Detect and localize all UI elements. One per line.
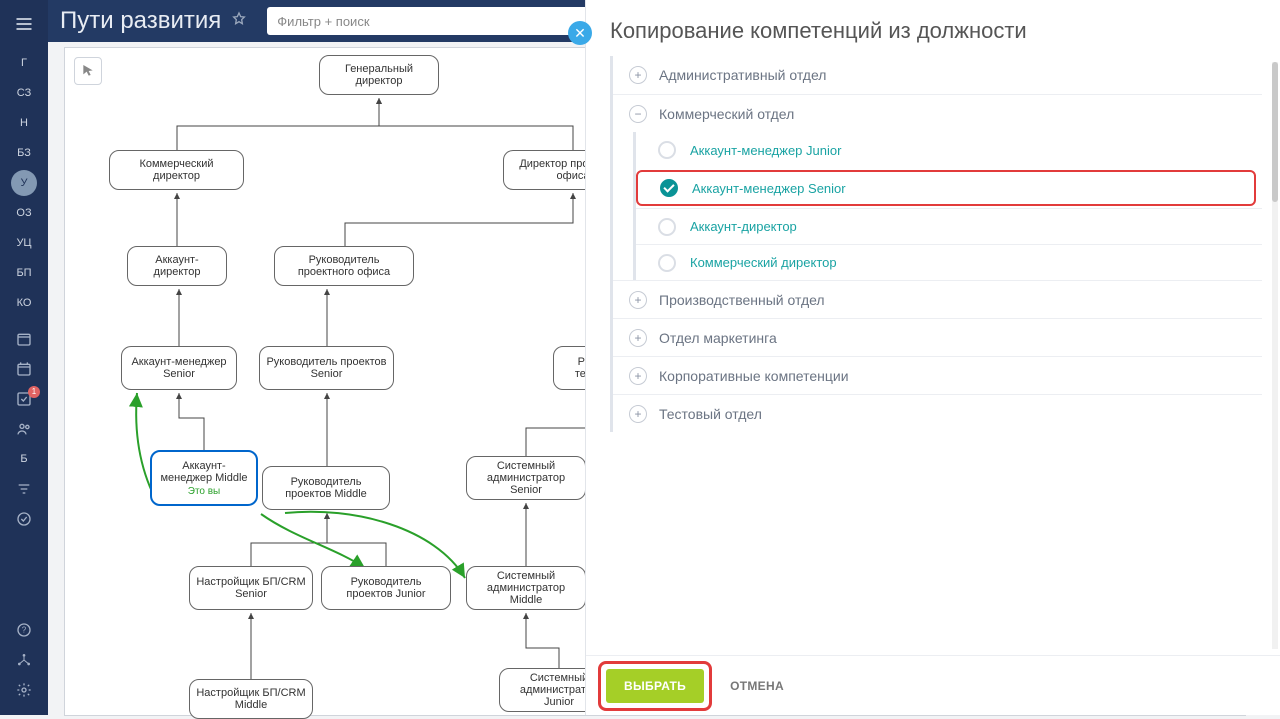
expand-icon: + [629,329,647,347]
radio-selected-icon [660,179,678,197]
org-node-accdir[interactable]: Аккаунт-директор [127,246,227,286]
people-icon[interactable] [0,414,48,444]
nav-item-1[interactable]: СЗ [0,78,48,108]
filter-icon[interactable] [0,474,48,504]
org-node-rpm[interactable]: Руководитель проектов Middle [262,466,390,510]
nav-item-7[interactable]: БП [0,258,48,288]
select-button[interactable]: ВЫБРАТЬ [606,669,704,703]
cursor-icon [80,63,96,79]
help-icon[interactable]: ? [0,615,48,645]
position-comdir[interactable]: Коммерческий директор [636,244,1262,280]
dept-commercial-children: Аккаунт-менеджер Junior Аккаунт-менеджер… [633,132,1262,280]
org-node-comdir[interactable]: Коммерческий директор [109,150,244,190]
panel-title: Копирование компетенций из должности [586,0,1280,56]
expand-icon: + [629,66,647,84]
radio-icon [658,141,676,159]
nav-item-3[interactable]: БЗ [0,138,48,168]
page-title: Пути развития [60,7,221,35]
select-button-highlight: ВЫБРАТЬ [598,661,712,711]
cancel-button[interactable]: ОТМЕНА [730,679,784,693]
org-node-rpj[interactable]: Руководитель проектов Junior [321,566,451,610]
radio-icon [658,218,676,236]
org-node-nbs[interactable]: Настройщик БП/CRM Senior [189,566,313,610]
dept-marketing[interactable]: + Отдел маркетинга [613,318,1262,356]
expand-icon: + [629,367,647,385]
position-amj[interactable]: Аккаунт-менеджер Junior [636,132,1262,168]
svg-text:?: ? [22,626,27,635]
left-nav: Г СЗ Н БЗ У ОЗ УЦ БП КО Б ? [0,0,48,715]
nav-item-0[interactable]: Г [0,48,48,78]
collapse-icon: − [629,105,647,123]
star-icon [231,11,247,27]
position-accdir[interactable]: Аккаунт-директор [636,208,1262,244]
expand-icon: + [629,291,647,309]
dept-admin[interactable]: + Административный отдел [613,56,1262,94]
nav-item-b[interactable]: Б [0,444,48,474]
nav-item-4[interactable]: У [11,170,37,196]
settings-icon[interactable] [0,675,48,705]
favorite-toggle[interactable] [231,11,247,32]
dept-commercial[interactable]: − Коммерческий отдел [613,94,1262,132]
nav-item-8[interactable]: КО [0,288,48,318]
tasks-icon[interactable] [0,384,48,414]
org-node-rpo[interactable]: Руководитель проектного офиса [274,246,414,286]
org-node-sam[interactable]: Системный администратор Middle [466,566,586,610]
calendar-icon-2[interactable] [0,354,48,384]
org-node-sas[interactable]: Системный администратор Senior [466,456,586,500]
org-node-ams[interactable]: Аккаунт-менеджер Senior [121,346,237,390]
panel-footer: ВЫБРАТЬ ОТМЕНА [586,655,1280,715]
nav-item-6[interactable]: УЦ [0,228,48,258]
panel-body[interactable]: + Административный отдел − Коммерческий … [586,56,1280,655]
search-placeholder: Фильтр + поиск [277,14,369,29]
you-label: Это вы [188,486,221,497]
close-panel-button[interactable]: ✕ [568,21,592,45]
calendar-icon-1[interactable] [0,324,48,354]
menu-toggle[interactable] [0,0,48,48]
scrollbar-thumb[interactable] [1272,62,1278,202]
org-node-amm[interactable]: Аккаунт-менеджер Middle Это вы [150,450,258,506]
close-icon: ✕ [574,25,586,42]
radio-icon [658,254,676,272]
org-node-ceo[interactable]: Генеральный директор [319,55,439,95]
org-node-rps[interactable]: Руководитель проектов Senior [259,346,394,390]
dept-corp[interactable]: + Корпоративные компетенции [613,356,1262,394]
position-ams[interactable]: Аккаунт-менеджер Senior [636,170,1256,206]
dept-production[interactable]: + Производственный отдел [613,280,1262,318]
nav-item-5[interactable]: ОЗ [0,198,48,228]
nav-item-2[interactable]: Н [0,108,48,138]
pointer-tool[interactable] [74,57,102,85]
org-icon[interactable] [0,645,48,675]
org-node-nbm[interactable]: Настройщик БП/CRM Middle [189,679,313,719]
copy-competencies-panel: Копирование компетенций из должности + А… [585,0,1280,715]
check-icon[interactable] [0,504,48,534]
dept-test[interactable]: + Тестовый отдел [613,394,1262,432]
burger-icon [14,14,34,34]
expand-icon: + [629,405,647,423]
